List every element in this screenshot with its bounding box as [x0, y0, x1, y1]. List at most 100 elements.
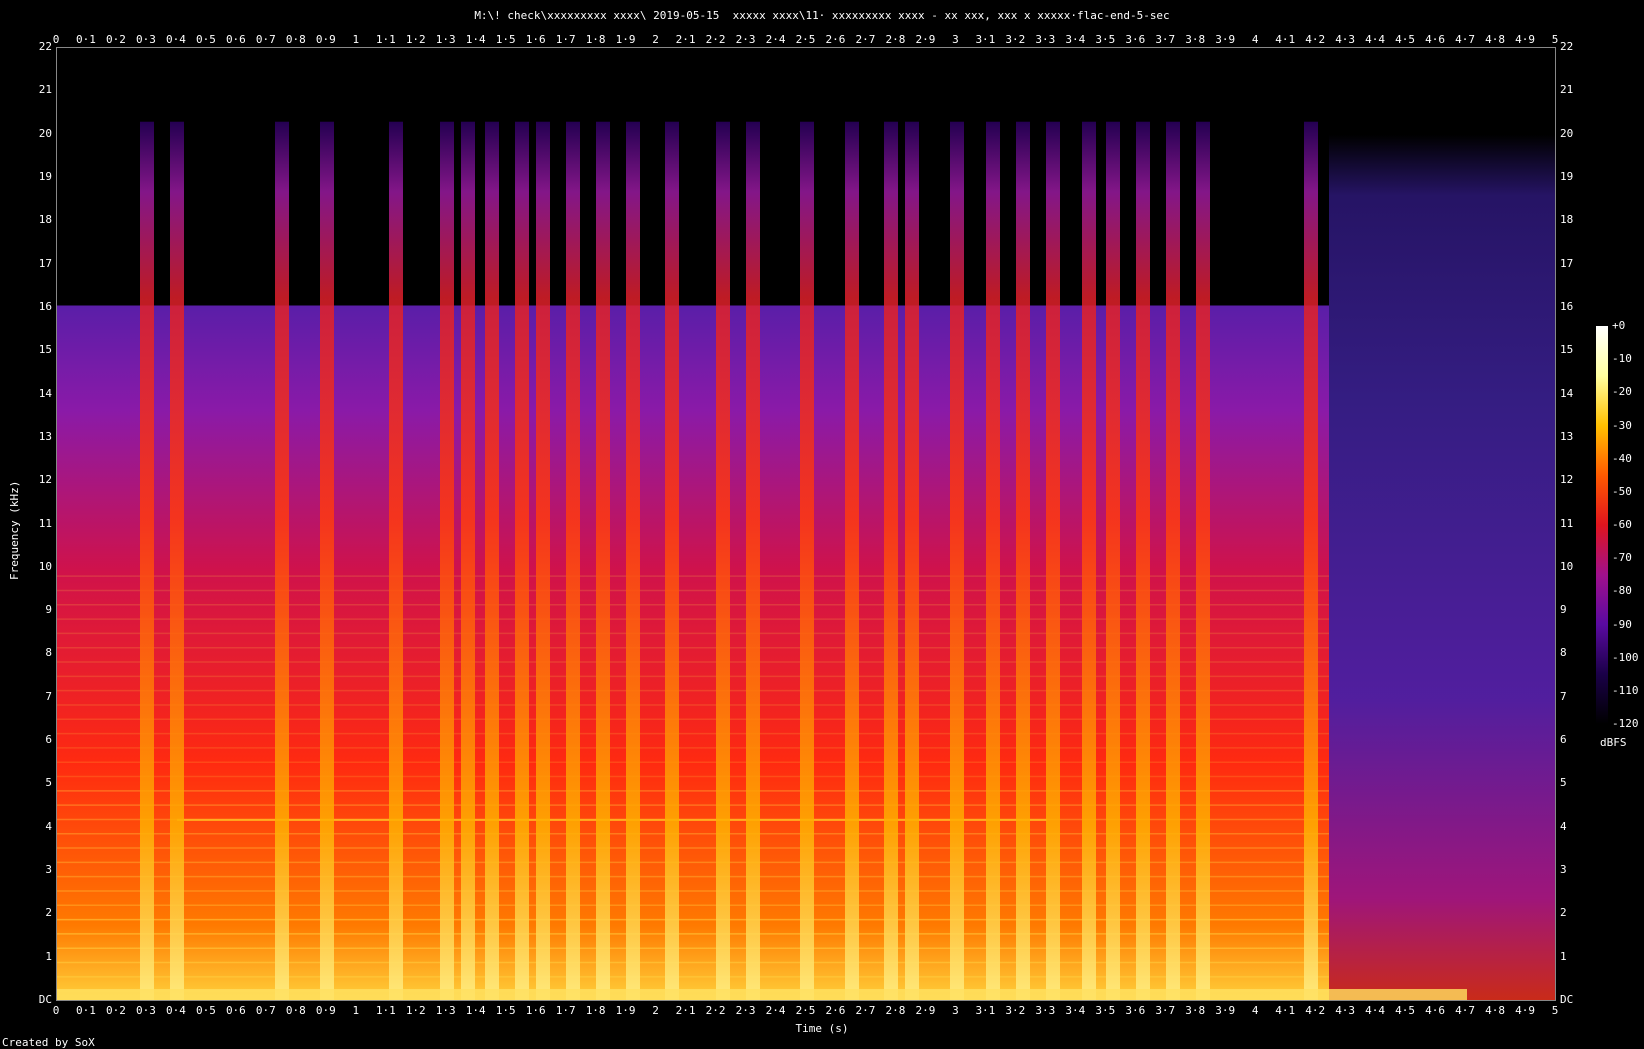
transient-burst [320, 121, 334, 1000]
y-tick-left-label: 6 [45, 733, 52, 747]
transient-burst [461, 121, 475, 1000]
x-tick-bottom-label: 3·1 [975, 1004, 996, 1017]
x-tick-top-label: 4·3 [1335, 33, 1356, 46]
colorbar-tick-label: -120 [1612, 717, 1639, 730]
x-tick-bottom-label: 4·8 [1485, 1004, 1505, 1017]
x-tick-top-label: 4 [1251, 33, 1259, 46]
y-tick-right-label: 19 [1560, 169, 1574, 183]
x-tick-bottom-label: 0·8 [285, 1004, 306, 1017]
y-tick-left-label: 4 [45, 819, 52, 833]
y-tick-right-label: 2 [1560, 906, 1567, 920]
x-tick-top-label: 0·6 [225, 33, 246, 46]
x-tick-top-label: 2·7 [855, 33, 876, 46]
x-tick-bottom-label: 4·1 [1275, 1004, 1296, 1017]
y-tick-right-label: 17 [1560, 256, 1574, 270]
transient-burst [566, 121, 580, 1000]
x-tick-top-label: 3·1 [975, 33, 996, 46]
colorbar-tick-label: -70 [1612, 551, 1632, 565]
x-tick-bottom-label: 2·2 [705, 1004, 726, 1017]
x-tick-bottom-label: 1 [352, 1004, 360, 1017]
transient-burst [485, 121, 499, 1000]
x-tick-top-label: 4·8 [1485, 33, 1505, 46]
y-tick-right-label: 8 [1560, 646, 1567, 660]
x-tick-top-label: 0·8 [285, 33, 306, 46]
y-tick-right-label: 14 [1560, 386, 1574, 400]
x-tick-bottom-label: 0·5 [195, 1004, 216, 1017]
transient-burst [596, 121, 610, 1000]
y-tick-left-label: 18 [38, 213, 52, 227]
x-tick-bottom-label: 4·9 [1515, 1004, 1535, 1017]
x-tick-bottom-label: 3 [952, 1004, 959, 1017]
y-tick-left-label: 16 [38, 299, 52, 313]
x-tick-bottom-label: 1·2 [405, 1004, 426, 1017]
y-tick-left-label: 17 [38, 256, 52, 270]
x-tick-bottom-label: 3·6 [1125, 1004, 1146, 1017]
x-tick-top-label: 1 [352, 33, 360, 46]
y-tick-left-label: 15 [38, 343, 52, 357]
low-frequency-band [57, 988, 1467, 1000]
y-tick-left-label: 3 [45, 863, 52, 877]
colorbar-tick-label: -80 [1612, 584, 1632, 598]
x-tick-bottom-label: 1·9 [615, 1004, 636, 1017]
x-tick-top-label: 2·6 [825, 33, 846, 46]
transient-burst [665, 121, 679, 1000]
x-tick-bottom-label: 2·1 [675, 1004, 696, 1017]
x-tick-bottom-label: 2·6 [825, 1004, 846, 1017]
transient-burst [950, 121, 964, 1000]
chart-title: M:\! check\xxxxxxxxx xxxx\ 2019-05-15 xx… [474, 9, 1170, 22]
y-tick-left-label: 7 [45, 689, 52, 703]
x-tick-bottom-label: 4·2 [1305, 1004, 1326, 1017]
transient-burst [905, 121, 919, 1000]
x-tick-bottom-label: 0·7 [255, 1004, 276, 1017]
x-tick-bottom-label: 4·7 [1455, 1004, 1475, 1017]
x-tick-top-label: 1·3 [435, 33, 456, 46]
transient-burst [440, 121, 454, 1000]
y-tick-right-label: 21 [1560, 83, 1574, 97]
x-tick-top-label: 0·9 [315, 33, 336, 46]
x-tick-top-label: 2·2 [705, 33, 726, 46]
x-tick-top-label: 3·3 [1035, 33, 1056, 46]
colorbar-tick-label: +0 [1612, 319, 1626, 332]
x-tick-bottom-label: 1·6 [525, 1004, 546, 1017]
y-tick-left-label: 9 [45, 603, 52, 617]
x-tick-bottom-label: 0·3 [136, 1004, 156, 1017]
y-tick-left-label: DC [38, 993, 52, 1006]
transient-burst [1136, 121, 1150, 1000]
x-tick-bottom-label: 0·1 [76, 1004, 96, 1017]
transient-burst [1046, 121, 1060, 1000]
x-tick-bottom-label: 2·3 [735, 1004, 756, 1017]
y-tick-right-label: 12 [1560, 473, 1574, 487]
colorbar-tick-label: -10 [1612, 352, 1632, 366]
x-tick-bottom-label: 4·3 [1335, 1004, 1356, 1017]
x-tick-bottom-label: 1·1 [375, 1004, 396, 1017]
x-tick-bottom-label: 1·4 [465, 1004, 486, 1017]
y-tick-right-label: 3 [1560, 863, 1567, 877]
y-axis-label: Frequency (kHz) [8, 480, 21, 580]
x-axis-label: Time (s) [795, 1022, 849, 1035]
transient-burst [746, 121, 760, 1000]
y-tick-right-label: 4 [1560, 819, 1567, 833]
x-tick-top-label: 3·5 [1095, 33, 1116, 46]
spectrogram-plot [56, 47, 1556, 1001]
x-tick-top-label: 0 [52, 33, 60, 46]
x-tick-top-label: 4·4 [1365, 33, 1386, 46]
x-tick-top-label: 4·2 [1305, 33, 1326, 46]
transient-burst [884, 121, 898, 1000]
x-tick-top-label: 2·3 [735, 33, 756, 46]
transient-burst [1016, 121, 1030, 1000]
y-tick-right-label: 6 [1560, 733, 1567, 747]
y-tick-right-label: DC [1560, 993, 1574, 1006]
x-tick-bottom-label: 1·5 [495, 1004, 516, 1017]
y-tick-left-label: 12 [38, 473, 52, 487]
transient-burst [626, 121, 640, 1000]
y-tick-left-label: 14 [38, 386, 52, 400]
x-tick-bottom-label: 4·5 [1395, 1004, 1416, 1017]
colorbar-gradient [1596, 326, 1608, 724]
y-tick-right-label: 16 [1560, 299, 1574, 313]
y-tick-right-label: 22 [1560, 40, 1574, 53]
x-tick-top-label: 1·6 [525, 33, 546, 46]
y-tick-left-label: 13 [38, 429, 52, 443]
y-tick-right-label: 1 [1560, 949, 1567, 963]
x-tick-bottom-label: 3·4 [1065, 1004, 1086, 1017]
x-tick-bottom-label: 3·7 [1155, 1004, 1176, 1017]
